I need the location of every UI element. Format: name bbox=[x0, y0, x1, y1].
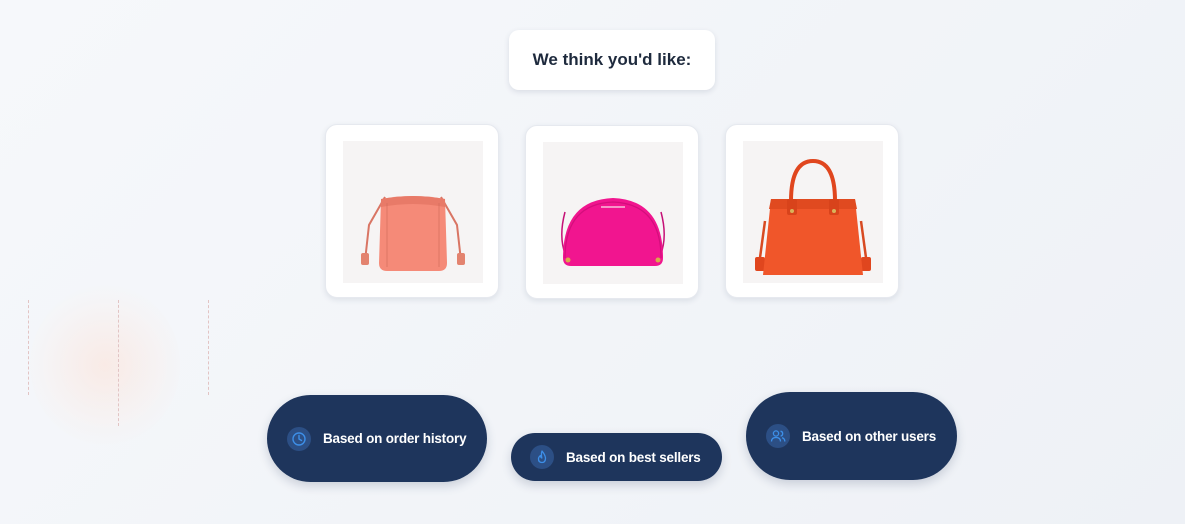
product-image bbox=[543, 142, 683, 284]
recommendation-heading: We think you'd like: bbox=[532, 50, 692, 69]
decorative-dashed-line bbox=[28, 300, 29, 395]
product-card-coral-crossbody[interactable] bbox=[325, 124, 499, 298]
best-sellers-label: Based on best sellers bbox=[566, 449, 701, 465]
product-card-orange-satchel[interactable] bbox=[725, 124, 899, 298]
other-users-label: Based on other users bbox=[802, 428, 937, 444]
product-image bbox=[743, 141, 883, 283]
flame-icon bbox=[530, 445, 554, 469]
decorative-dashed-line bbox=[208, 300, 209, 395]
best-sellers-source[interactable]: Based on best sellers bbox=[511, 433, 722, 481]
product-image bbox=[343, 141, 483, 283]
background-glow bbox=[30, 285, 180, 445]
users-icon bbox=[766, 424, 790, 448]
other-users-source[interactable]: Based on other users bbox=[746, 392, 957, 480]
order-history-source[interactable]: Based on order history bbox=[267, 395, 487, 482]
product-card-pink-dome[interactable] bbox=[525, 125, 699, 299]
recommendation-heading-card: We think you'd like: bbox=[509, 30, 715, 90]
clock-icon bbox=[287, 426, 311, 451]
order-history-label: Based on order history bbox=[323, 431, 467, 446]
decorative-dashed-line bbox=[118, 300, 119, 426]
